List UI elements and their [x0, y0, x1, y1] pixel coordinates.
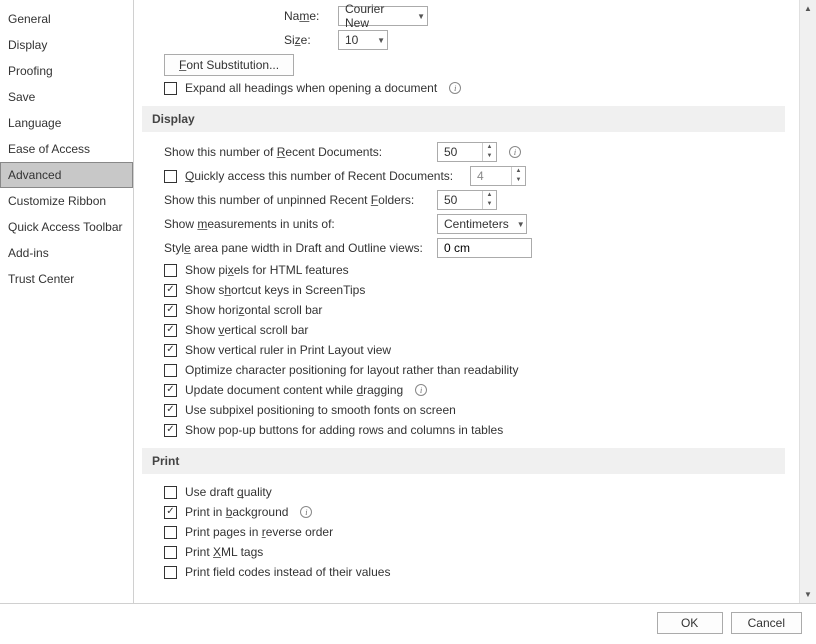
sidebar-item-display[interactable]: Display [0, 32, 133, 58]
recent-docs-spinner[interactable]: 50 ▲▼ [437, 142, 497, 162]
options-content: Name: Courier New▼ Size: 10▼ Font Substi… [134, 0, 799, 603]
dialog-footer: OK Cancel [657, 612, 802, 634]
check-label: Update document content while dragging [185, 383, 403, 397]
checkbox[interactable] [164, 404, 177, 417]
info-icon[interactable] [300, 506, 312, 518]
sidebar-item-proofing[interactable]: Proofing [0, 58, 133, 84]
font-size-label: Size: [284, 33, 330, 47]
cancel-button[interactable]: Cancel [731, 612, 802, 634]
checkbox[interactable] [164, 526, 177, 539]
font-substitution-button[interactable]: Font Substitution... [164, 54, 294, 76]
sidebar-item-language[interactable]: Language [0, 110, 133, 136]
sidebar-item-save[interactable]: Save [0, 84, 133, 110]
check-label: Use draft quality [185, 485, 272, 499]
checkbox[interactable] [164, 304, 177, 317]
recent-folders-spinner[interactable]: 50 ▲▼ [437, 190, 497, 210]
check-label: Print XML tags [185, 545, 263, 559]
check-label: Print pages in reverse order [185, 525, 333, 539]
check-label: Show horizontal scroll bar [185, 303, 322, 317]
recent-docs-label: Show this number of Recent Documents: [164, 145, 429, 159]
spin-up-icon[interactable]: ▲ [512, 167, 525, 176]
spin-down-icon[interactable]: ▼ [483, 152, 496, 161]
check-label: Show shortcut keys in ScreenTips [185, 283, 365, 297]
checkbox[interactable] [164, 364, 177, 377]
check-label: Show vertical ruler in Print Layout view [185, 343, 391, 357]
checkbox[interactable] [164, 284, 177, 297]
quick-access-spinner[interactable]: 4 ▲▼ [470, 166, 526, 186]
check-label: Optimize character positioning for layou… [185, 363, 519, 377]
checkbox[interactable] [164, 566, 177, 579]
quick-access-label: Quickly access this number of Recent Doc… [185, 169, 462, 183]
units-label: Show measurements in units of: [164, 217, 429, 231]
sidebar-item-quick-access-toolbar[interactable]: Quick Access Toolbar [0, 214, 133, 240]
checkbox[interactable] [164, 344, 177, 357]
checkbox[interactable] [164, 424, 177, 437]
quick-access-checkbox[interactable] [164, 170, 177, 183]
sidebar-item-ease-of-access[interactable]: Ease of Access [0, 136, 133, 162]
checkbox[interactable] [164, 384, 177, 397]
section-print-header: Print [142, 448, 785, 474]
sidebar-item-advanced[interactable]: Advanced [0, 162, 133, 188]
spin-down-icon[interactable]: ▼ [483, 200, 496, 209]
info-icon[interactable] [415, 384, 427, 396]
scroll-up-icon[interactable]: ▲ [800, 0, 816, 17]
chevron-down-icon: ▼ [509, 220, 525, 229]
checkbox[interactable] [164, 546, 177, 559]
options-sidebar: General Display Proofing Save Language E… [0, 0, 134, 603]
section-display-header: Display [142, 106, 785, 132]
spin-up-icon[interactable]: ▲ [483, 191, 496, 200]
sidebar-item-general[interactable]: General [0, 6, 133, 32]
check-label: Print field codes instead of their value… [185, 565, 390, 579]
check-label: Show pixels for HTML features [185, 263, 349, 277]
style-area-label: Style area pane width in Draft and Outli… [164, 241, 429, 255]
checkbox[interactable] [164, 506, 177, 519]
vertical-scrollbar[interactable]: ▲ ▼ [799, 0, 816, 603]
chevron-down-icon: ▼ [369, 36, 385, 45]
units-combo[interactable]: Centimeters▼ [437, 214, 527, 234]
sidebar-item-customize-ribbon[interactable]: Customize Ribbon [0, 188, 133, 214]
spin-down-icon[interactable]: ▼ [512, 176, 525, 185]
checkbox[interactable] [164, 324, 177, 337]
expand-headings-checkbox[interactable] [164, 82, 177, 95]
spin-up-icon[interactable]: ▲ [483, 143, 496, 152]
ok-button[interactable]: OK [657, 612, 723, 634]
font-name-label: Name: [284, 9, 330, 23]
recent-folders-label: Show this number of unpinned Recent Fold… [164, 193, 429, 207]
chevron-down-icon: ▼ [409, 12, 425, 21]
scroll-down-icon[interactable]: ▼ [800, 586, 816, 603]
info-icon[interactable] [449, 82, 461, 94]
font-size-combo[interactable]: 10▼ [338, 30, 388, 50]
info-icon[interactable] [509, 146, 521, 158]
style-area-input[interactable] [437, 238, 532, 258]
checkbox[interactable] [164, 486, 177, 499]
font-name-combo[interactable]: Courier New▼ [338, 6, 428, 26]
checkbox[interactable] [164, 264, 177, 277]
expand-headings-label: Expand all headings when opening a docum… [185, 81, 437, 95]
check-label: Print in background [185, 505, 288, 519]
check-label: Show vertical scroll bar [185, 323, 308, 337]
check-label: Show pop-up buttons for adding rows and … [185, 423, 503, 437]
sidebar-item-trust-center[interactable]: Trust Center [0, 266, 133, 292]
sidebar-item-add-ins[interactable]: Add-ins [0, 240, 133, 266]
check-label: Use subpixel positioning to smooth fonts… [185, 403, 456, 417]
